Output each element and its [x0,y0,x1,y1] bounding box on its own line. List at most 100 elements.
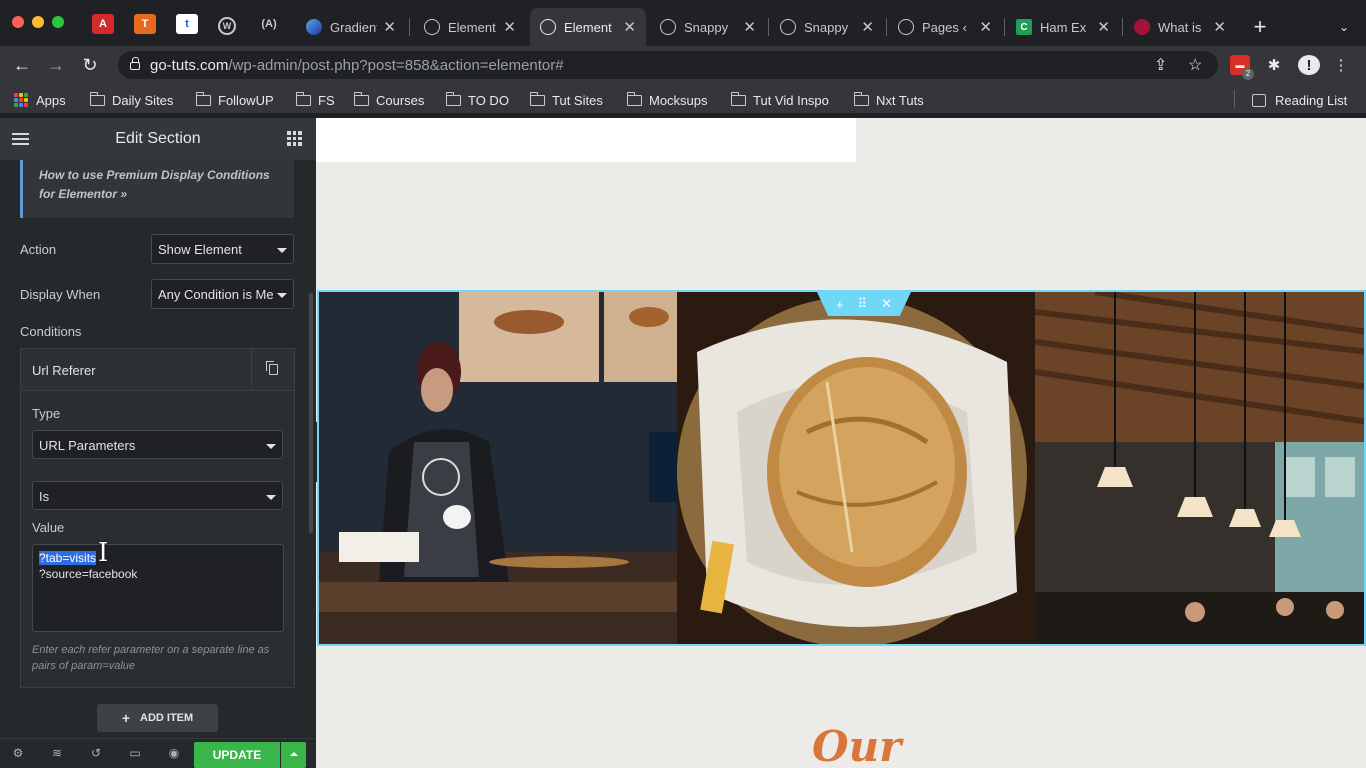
plus-icon[interactable]: + [836,297,844,312]
update-button[interactable]: UPDATE [194,742,280,768]
value-line: ?source=facebook [39,567,138,581]
tab-pages[interactable]: Pages ‹ ✕ [888,8,1002,46]
share-icon[interactable]: ⇪ [1154,55,1167,75]
globe-icon [780,19,796,35]
repeater-item-title: Url Referer [32,363,96,378]
navigator-layers-icon[interactable]: ≋ [50,746,64,760]
new-tab-button[interactable]: + [1248,14,1272,39]
url-domain: go-tuts.com [150,57,229,74]
bookmark-courses[interactable]: Courses [353,91,424,109]
tutorial-notice[interactable]: How to use Premium Display Conditions fo… [20,160,294,218]
bookmark-fs[interactable]: FS [295,91,335,109]
settings-gear-icon[interactable]: ⚙ [11,746,25,760]
extensions-puzzle-icon[interactable]: ✱ [1264,55,1284,75]
close-icon[interactable]: ✕ [881,296,892,312]
tab-elementor-1[interactable]: Element ✕ [414,8,526,46]
pinned-tab-wordpress-icon[interactable]: W [218,17,236,35]
white-section [316,118,856,162]
bookmark-followup[interactable]: FollowUP [195,91,274,109]
bookmark-to-do[interactable]: TO DO [445,91,509,109]
bookmark-star-icon[interactable]: ☆ [1188,55,1202,75]
section-handle[interactable]: + ⠿ ✕ [817,292,911,316]
url-text: go-tuts.com/wp-admin/post.php?post=858&a… [150,57,564,74]
restaurant-interior-image [1035,292,1364,644]
close-tab-icon[interactable]: ✕ [1213,18,1226,36]
reading-list-icon [1252,93,1266,107]
display-when-select[interactable]: Any Condition is Me [151,279,294,309]
image-gallery-section[interactable]: + ⠿ ✕ [317,290,1366,646]
tab-search-chevron-icon[interactable]: ⌄ [1332,15,1356,39]
bookmark-nxt-tuts[interactable]: Nxt Tuts [853,91,924,109]
update-options-caret-icon[interactable] [281,742,306,768]
tutorial-link-text[interactable]: How to use Premium Display Conditions fo… [39,168,270,201]
folder-icon [89,91,105,106]
minimize-window-button[interactable] [32,16,44,28]
wordpress-icon [898,19,914,35]
browser-toolbar: ← → ↻ go-tuts.com/wp-admin/post.php?post… [0,46,1366,84]
close-window-button[interactable] [12,16,24,28]
close-tab-icon[interactable]: ✕ [503,18,516,36]
operator-select[interactable]: Is [32,481,283,510]
tab-what-is[interactable]: What is ✕ [1124,8,1236,46]
bookmark-tut-vid-inspo[interactable]: Tut Vid Inspo [730,91,829,109]
gradient-favicon-icon [306,19,322,35]
menu-kebab-icon[interactable]: ⋮ [1334,55,1349,75]
close-tab-icon[interactable]: ✕ [383,18,396,36]
condition-repeater-item: Url Referer [20,348,295,688]
tab-separator [886,18,887,36]
close-tab-icon[interactable]: ✕ [979,18,992,36]
pinned-tab-t-icon[interactable]: T [134,14,156,34]
tab-elementor-active[interactable]: Element ✕ [530,8,646,46]
folder-icon [626,91,642,106]
add-item-button[interactable]: + ADD ITEM [97,704,218,732]
section-heading: Our [812,722,902,768]
tab-snappy-1[interactable]: Snappy ✕ [650,8,766,46]
responsive-mode-icon[interactable]: ▭ [128,746,142,760]
pinned-tab-a-icon[interactable]: A [92,14,114,34]
bookmark-daily-sites[interactable]: Daily Sites [89,91,173,109]
drag-icon[interactable]: ⠿ [858,296,868,312]
tab-separator [1004,18,1005,36]
tab-separator [1122,18,1123,36]
apps-grid-icon [14,93,28,107]
value-textarea[interactable]: ?tab=visits ?source=facebook [32,544,284,632]
tab-snappy-2[interactable]: Snappy ✕ [770,8,884,46]
pinned-tab-a-bracket-icon[interactable]: (A) [258,14,280,34]
bookmarks-bar: Apps Daily Sites FollowUP FS Courses TO … [0,84,1366,114]
chevron-down-icon [277,248,287,253]
red-favicon-icon [1134,19,1150,35]
green-favicon-icon: C [1016,19,1032,35]
profile-avatar[interactable]: ! [1298,55,1320,75]
close-tab-icon[interactable]: ✕ [743,18,756,36]
reading-list-button[interactable]: Reading List [1252,91,1347,109]
address-bar[interactable]: go-tuts.com/wp-admin/post.php?post=858&a… [118,51,1218,79]
value-hint: Enter each refer parameter on a separate… [32,644,270,672]
url-path: /wp-admin/post.php?post=858&action=eleme… [228,57,564,74]
duplicate-icon [266,361,278,375]
type-select[interactable]: URL Parameters [32,430,283,459]
forward-button[interactable]: → [44,53,68,77]
close-tab-icon[interactable]: ✕ [623,18,636,36]
tab-ham-ex[interactable]: C Ham Ex ✕ [1006,8,1120,46]
history-icon[interactable]: ↺ [89,746,103,760]
panel-title: Edit Section [115,130,201,147]
action-select[interactable]: Show Element [151,234,294,264]
panel-scrollbar[interactable] [309,293,313,533]
close-tab-icon[interactable]: ✕ [1097,18,1110,36]
pinned-tab-t-blue-icon[interactable]: t [176,14,198,34]
folder-icon [853,91,869,106]
tab-gradient[interactable]: Gradient ✕ [296,8,406,46]
bookmark-mocksups[interactable]: Mocksups [626,91,708,109]
bookmark-tut-sites[interactable]: Tut Sites [529,91,603,109]
repeater-item-header[interactable]: Url Referer [21,349,294,391]
preview-eye-icon[interactable]: ◉ [167,746,181,760]
back-button[interactable]: ← [10,53,34,77]
bookmark-apps[interactable]: Apps [14,91,66,109]
maximize-window-button[interactable] [52,16,64,28]
reload-button[interactable]: ↻ [78,53,102,77]
close-tab-icon[interactable]: ✕ [861,18,874,36]
chevron-down-icon [266,495,276,500]
duplicate-button[interactable] [251,349,294,391]
bread-basket-image [677,292,1035,644]
widgets-grid-icon[interactable] [287,131,302,146]
